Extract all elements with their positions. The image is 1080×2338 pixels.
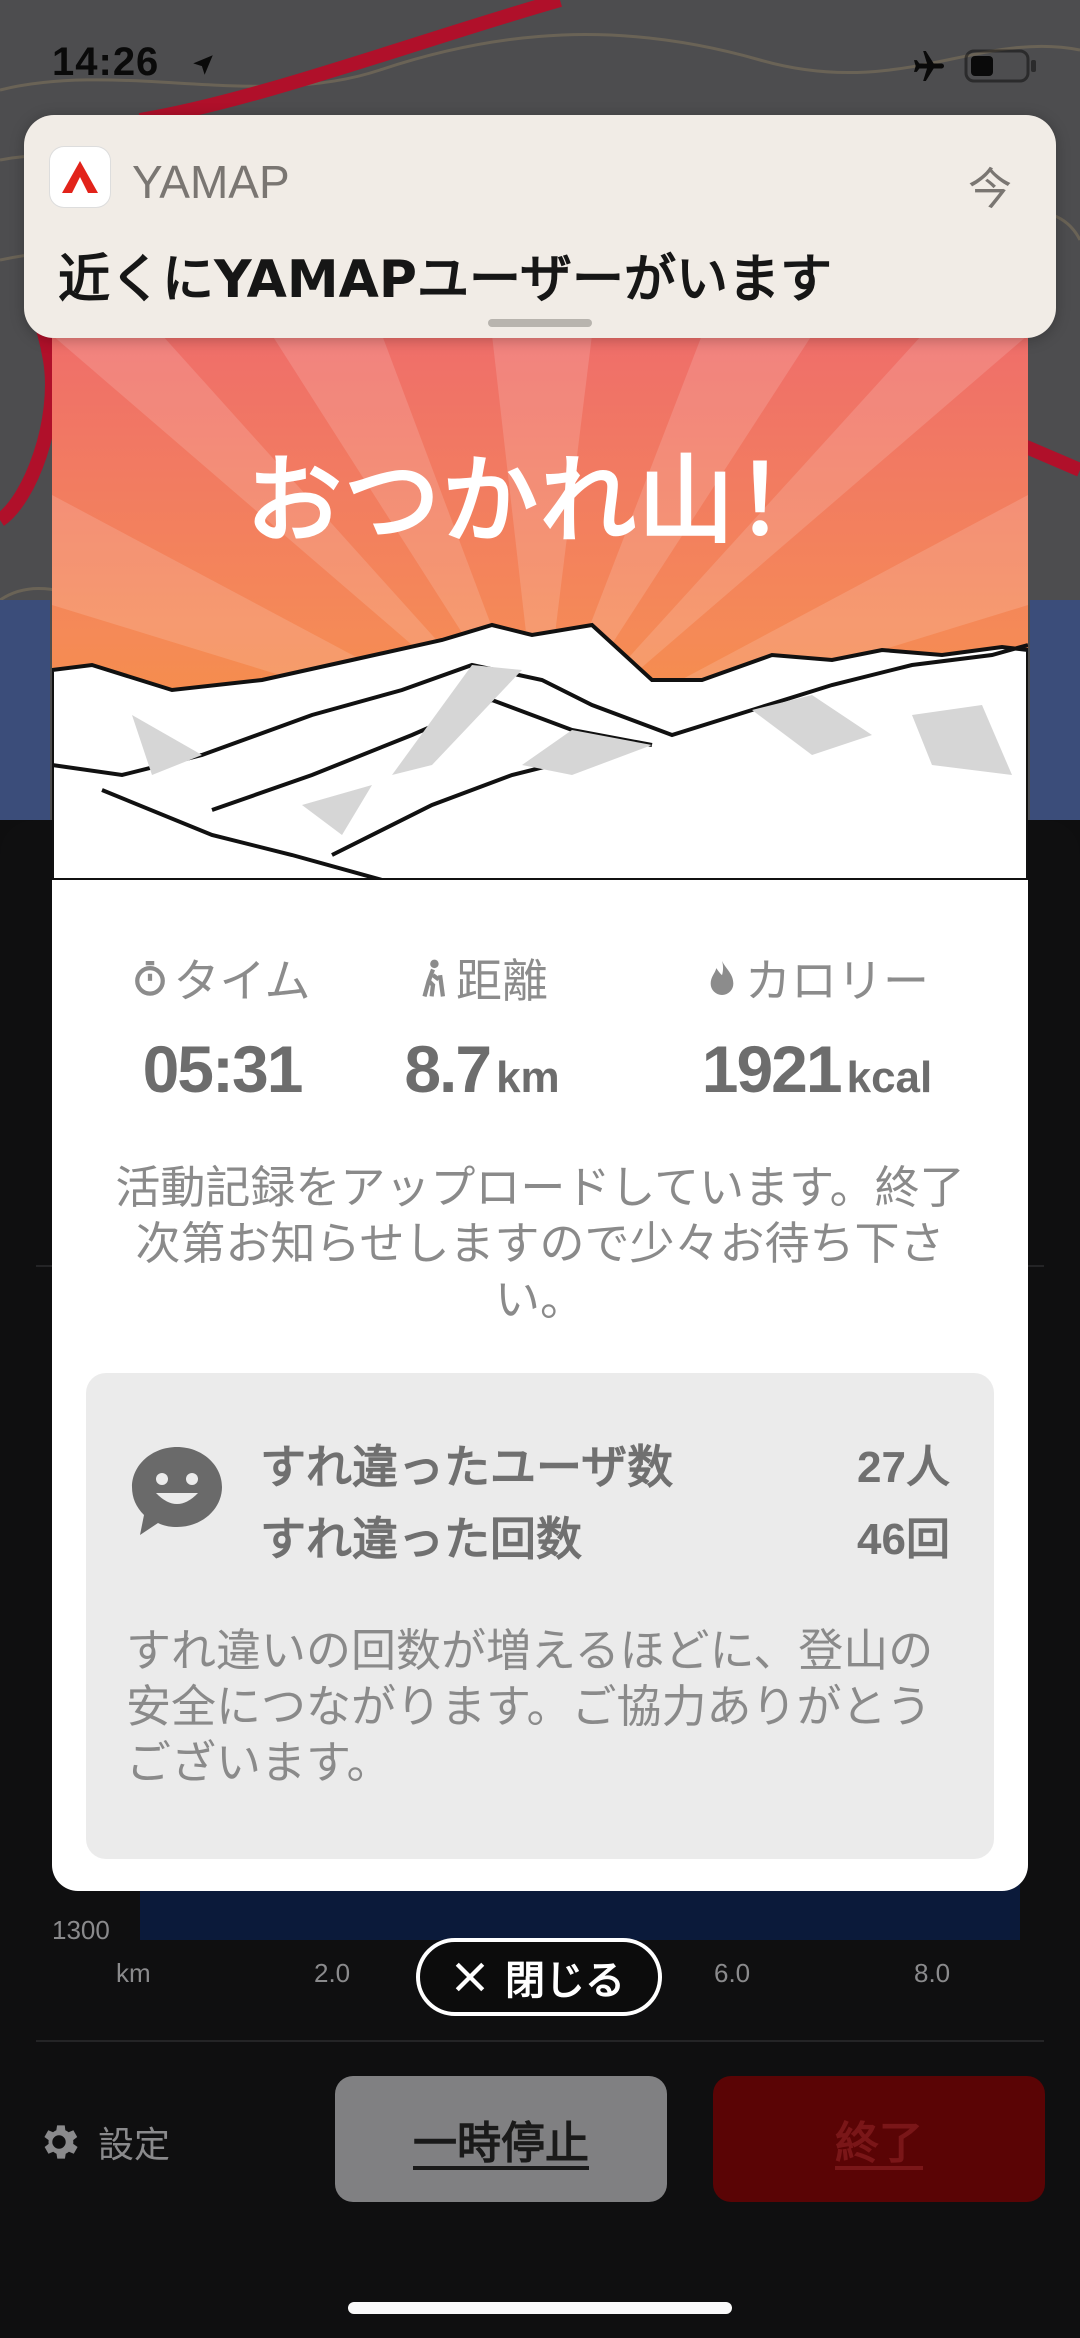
chart-x-tick: 2.0	[314, 1958, 351, 1988]
flame-icon	[710, 961, 734, 995]
stat-value: 05:31	[142, 1032, 304, 1106]
stat-calories: カロリー 1921 kcal	[642, 945, 992, 1107]
stat-unit: kcal	[846, 1053, 933, 1102]
close-label: 閉じる	[505, 1958, 625, 2004]
notification-app-name: YAMAP	[132, 156, 290, 208]
passing-users-row: すれ違ったユーザ数 27人	[260, 1431, 950, 1497]
passing-count-row: すれ違った回数 46回	[260, 1503, 950, 1569]
passing-count-value: 46回	[857, 1515, 950, 1564]
home-indicator[interactable]	[348, 2302, 732, 2314]
status-time: 14:26	[52, 40, 160, 84]
stat-label: タイム	[173, 954, 311, 1008]
close-button[interactable]: 閉じる	[416, 1938, 662, 2016]
chart-x-tick: 6.0	[714, 1958, 751, 1988]
mountain-banner	[52, 335, 1028, 880]
stat-time: タイム 05:31	[72, 945, 372, 1107]
battery-icon	[964, 49, 1036, 83]
stopwatch-icon	[135, 961, 166, 996]
stat-unit: km	[496, 1053, 560, 1102]
passing-users-value: 27人	[857, 1443, 950, 1492]
hiker-icon	[422, 959, 446, 997]
chart-y-label: 1300	[52, 1915, 110, 1945]
yamap-app-icon	[50, 147, 110, 207]
congrats-title: おつかれ山！	[246, 445, 834, 557]
divider	[36, 2040, 1044, 2042]
notification-handle[interactable]	[488, 319, 592, 327]
chart-x-tick: km	[116, 1958, 151, 1988]
settings-label: 設定	[98, 2125, 171, 2166]
passing-count-label: すれ違った回数	[260, 1512, 582, 1566]
summary-modal: おつかれ山！ タイム 05:31 距離 8.7 km カロリー 1921 kca…	[52, 335, 1028, 1891]
settings-button[interactable]: 設定	[36, 2116, 170, 2168]
notification-time: 今	[968, 164, 1012, 215]
stat-label: 距離	[456, 954, 548, 1008]
gear-icon	[44, 2125, 78, 2159]
pause-button[interactable]: 一時停止	[335, 2076, 667, 2202]
stat-value: 8.7	[404, 1032, 492, 1106]
close-icon	[455, 1962, 485, 1992]
passing-note: すれ違いの回数が増えるほどに、登山の安全につながります。ご協力ありがとうございま…	[126, 1624, 934, 1789]
notification-banner[interactable]: YAMAP 今 近くにYAMAPユーザーがいます	[24, 115, 1056, 338]
stat-distance: 距離 8.7 km	[372, 945, 592, 1107]
stat-value: 1921	[701, 1032, 843, 1106]
airplane-mode-icon	[914, 51, 944, 81]
stat-label: カロリー	[745, 954, 929, 1008]
location-arrow-icon	[193, 55, 213, 75]
notification-message: 近くにYAMAPユーザーがいます	[58, 250, 832, 310]
upload-message: 活動記録をアップロードしています。終了次第お知らせしますので少々お待ち下さい。	[115, 1161, 965, 1326]
chart-x-tick: 8.0	[914, 1958, 951, 1988]
passing-info-box: すれ違ったユーザ数 27人 すれ違った回数 46回 すれ違いの回数が増えるほどに…	[86, 1373, 994, 1859]
smiley-chat-icon	[132, 1447, 222, 1535]
status-bar: 14:26	[0, 0, 1080, 120]
passing-users-label: すれ違ったユーザ数	[260, 1440, 674, 1494]
end-button[interactable]: 終了	[713, 2076, 1045, 2202]
